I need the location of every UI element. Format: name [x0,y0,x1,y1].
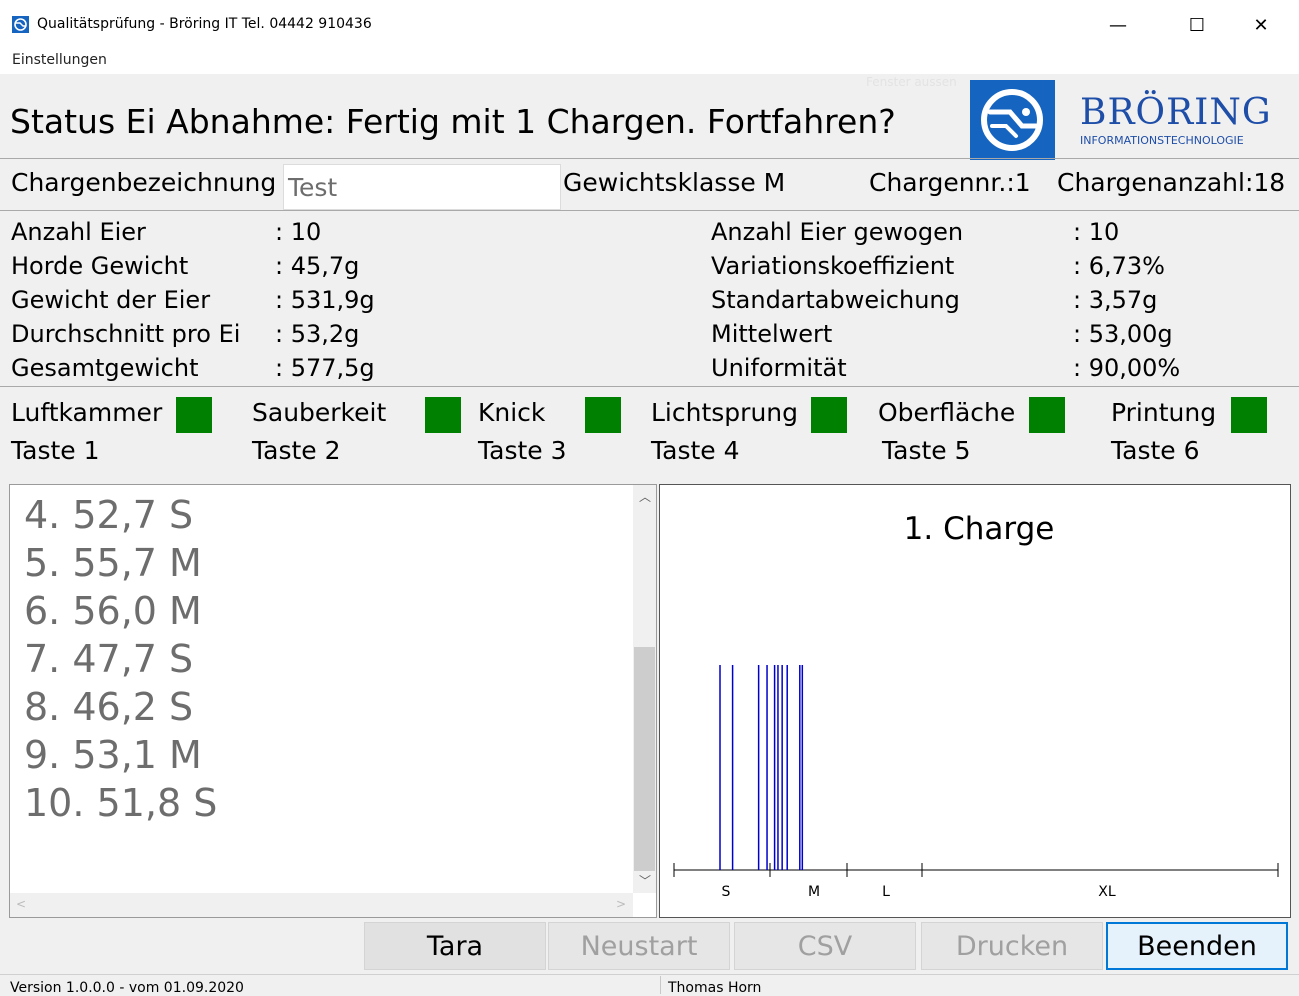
check-key: Taste 4 [651,436,740,465]
scroll-up-icon[interactable]: ︿ [639,488,651,505]
check-label-air-chamber: Luftkammer [11,398,163,427]
check-key: Taste 2 [252,436,341,465]
maximize-button[interactable]: ☐ [1166,0,1228,50]
broering-logo-icon [970,80,1055,160]
restart-button[interactable]: Neustart [548,922,730,970]
check-indicator-printing [1231,397,1267,433]
divider [0,386,1299,387]
stat-label: Gewicht der Eier [11,286,211,314]
check-key: Taste 6 [1111,436,1200,465]
stat-value: : 10 [275,218,322,246]
category-label-m: M [808,884,820,900]
check-indicator-light-crack [811,397,847,433]
check-indicator-cleanliness [425,397,461,433]
tara-button[interactable]: Tara [364,922,546,970]
charge-count: Chargenanzahl:18 [1057,168,1286,197]
list-item: 10. 51,8 S [24,781,218,825]
charge-name-input[interactable]: Test [283,164,561,210]
list-item: 9. 53,1 M [24,733,202,777]
stat-value: : 531,9g [275,286,375,314]
category-label-s: S [722,884,731,900]
charge-number: Chargennr.:1 [869,168,1031,197]
check-indicator-crack [585,397,621,433]
stat-label: Horde Gewicht [11,252,189,280]
stat-value: : 3,57g [1073,286,1158,314]
check-key: Taste 1 [11,436,100,465]
check-indicator-air-chamber [176,397,212,433]
status-separator [660,976,661,994]
faded-hint: Fenster aussen [866,75,957,89]
stat-label: Standartabweichung [711,286,960,314]
weight-class: Gewichtsklasse M [563,168,786,197]
stat-label: Uniformität [711,354,847,382]
menu-bar [0,50,1299,74]
list-item: 5. 55,7 M [24,541,202,585]
check-label-printing: Printung [1111,398,1217,427]
stat-value: : 45,7g [275,252,360,280]
minimize-button[interactable]: — [1087,0,1149,50]
check-label-light-crack: Lichtsprung [651,398,798,427]
stat-value: : 6,73% [1073,252,1165,280]
stat-label: Anzahl Eier gewogen [711,218,964,246]
check-key: Taste 3 [478,436,567,465]
stat-label: Gesamtgewicht [11,354,199,382]
check-label-cleanliness: Sauberkeit [252,398,387,427]
stat-label: Anzahl Eier [11,218,146,246]
check-key: Taste 5 [882,436,971,465]
scroll-left-icon[interactable]: < [16,897,26,911]
window-title: Qualitätsprüfung - Bröring IT Tel. 04442… [37,16,372,32]
scroll-right-icon[interactable]: > [616,897,626,911]
menu-item-settings[interactable]: Einstellungen [12,52,107,68]
weight-distribution-chart: 1. Charge S M L XL [673,511,1279,900]
app-icon [12,16,29,33]
stat-value: : 90,00% [1073,354,1181,382]
stat-label: Durchschnitt pro Ei [11,320,241,348]
scroll-down-icon[interactable]: ﹀ [639,872,651,889]
divider [0,158,1299,159]
weights-list[interactable]: 4. 52,7 S 5. 55,7 M 6. 56,0 M 7. 47,7 S … [9,484,657,918]
check-label-surface: Oberfläche [878,398,1016,427]
list-item: 7. 47,7 S [24,637,194,681]
list-item: 8. 46,2 S [24,685,194,729]
divider [0,210,1299,211]
stat-label: Variationskoeffizient [711,252,955,280]
logo-subtitle: INFORMATIONSTECHNOLOGIE [1080,134,1244,147]
check-indicator-surface [1029,397,1065,433]
category-label-l: L [882,884,890,900]
charge-name-label: Chargenbezeichnung [11,168,277,197]
list-item: 4. 52,7 S [24,493,194,537]
quit-button[interactable]: Beenden [1106,922,1288,970]
stat-value: : 53,00g [1073,320,1173,348]
print-button[interactable]: Drucken [921,922,1103,970]
stat-value: : 53,2g [275,320,360,348]
category-label-xl: XL [1098,884,1116,900]
csv-button[interactable]: CSV [734,922,916,970]
list-item: 6. 56,0 M [24,589,202,633]
stat-label: Mittelwert [711,320,833,348]
chart-title: 1. Charge [904,511,1055,547]
stat-value: : 577,5g [275,354,375,382]
scrollbar-thumb[interactable] [634,647,655,871]
close-button[interactable]: ✕ [1230,0,1292,50]
stat-value: : 10 [1073,218,1120,246]
status-message: Status Ei Abnahme: Fertig mit 1 Chargen.… [10,102,896,141]
logo-wordmark: BRÖRING [1080,92,1272,133]
horizontal-scrollbar[interactable] [10,893,633,917]
check-label-crack: Knick [478,398,546,427]
